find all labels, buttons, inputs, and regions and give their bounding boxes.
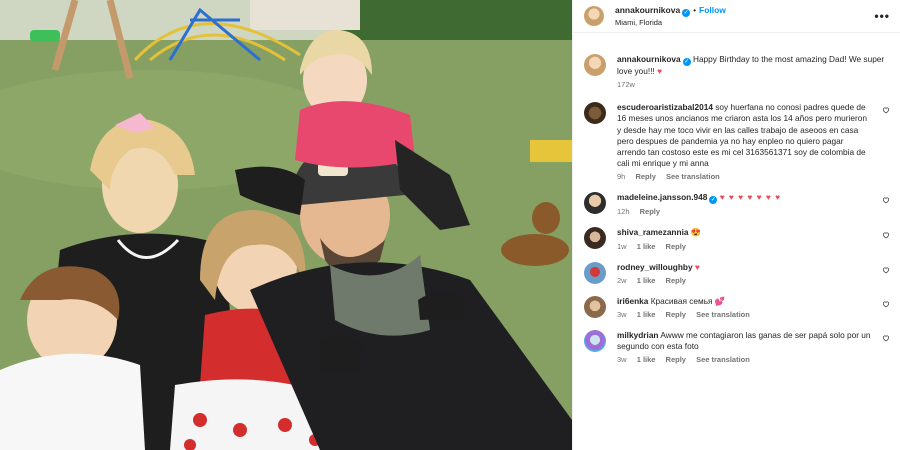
comment-username[interactable]: shiva_ramezannia [617, 227, 688, 237]
heart-outline-icon[interactable] [882, 106, 890, 114]
verified-badge-icon: ✓ [682, 58, 691, 66]
comment-username[interactable]: escuderoaristizabal2014 [617, 102, 713, 112]
author-username[interactable]: annakournikova [615, 5, 680, 15]
heart-outline-icon[interactable] [882, 231, 890, 239]
post-photo[interactable] [0, 0, 572, 450]
comment-age: 3w [617, 310, 627, 320]
reply-button[interactable]: Reply [666, 276, 686, 285]
comment-avatar[interactable] [584, 192, 606, 215]
comment-age: 3w [617, 355, 627, 365]
comment-age: 2w [617, 275, 627, 285]
comment-text: ♥ [694, 261, 700, 272]
reply-button[interactable]: Reply [666, 242, 686, 251]
comment-avatar[interactable] [584, 330, 606, 353]
comment-avatar[interactable] [584, 261, 606, 284]
heart-outline-icon[interactable] [882, 266, 890, 274]
comment-meta: 3w 1 like Reply See translation [617, 310, 872, 319]
follow-button[interactable]: Follow [699, 5, 726, 15]
comment-meta: 1w 1 like Reply [617, 242, 872, 251]
caption-meta: 172w [617, 80, 890, 89]
comment-text: 😍 [690, 227, 702, 238]
post-caption: annakournikova ✓ Happy Birthday to the mo… [584, 54, 890, 89]
comment-avatar[interactable] [584, 227, 606, 250]
heart-outline-icon[interactable] [882, 334, 890, 342]
comment-username[interactable]: rodney_willoughby [617, 262, 693, 272]
comment-age: 12h [617, 207, 630, 217]
comment-item: shiva_ramezannia 😍 1w 1 like Reply [584, 227, 890, 251]
comment-text: ♥ ♥ ♥ ♥ ♥ ♥ ♥ [719, 192, 782, 203]
comment-age: 1w [617, 241, 627, 251]
see-translation-button[interactable]: See translation [696, 310, 750, 319]
separator-dot: • [693, 5, 696, 15]
comment-meta: 9h Reply See translation [617, 172, 872, 181]
comment-text: Красивая семья 💕 [650, 295, 726, 306]
comment-username[interactable]: madeleine.jansson.948 [617, 192, 707, 202]
comment-item: milkydrian Awww me contagiaron las ganas… [584, 330, 890, 364]
comments-thread: annakournikova ✓ Happy Birthday to the mo… [573, 54, 900, 364]
comment-item: rodney_willoughby ♥ 2w 1 like Reply [584, 261, 890, 285]
caption-emoji: ♥ [657, 66, 663, 76]
comment-username[interactable]: milkydrian [617, 330, 659, 340]
reply-button[interactable]: Reply [640, 207, 660, 216]
reply-button[interactable]: Reply [635, 172, 655, 181]
verified-badge-icon: ✓ [682, 8, 691, 17]
reply-button[interactable]: Reply [666, 355, 686, 364]
post-header: annakournikova ✓ • Follow Miami, Florida ••… [573, 0, 900, 33]
likes-count[interactable]: 1 like [637, 242, 656, 251]
comment-item: madeleine.jansson.948 ✓ ♥ ♥ ♥ ♥ ♥ ♥ ♥ 12h… [584, 192, 890, 216]
comment-meta: 12h Reply [617, 207, 872, 216]
author-info: annakournikova ✓ • Follow Miami, Florida [615, 5, 726, 28]
see-translation-button[interactable]: See translation [666, 172, 720, 181]
caption-age: 172w [617, 80, 635, 90]
reply-button[interactable]: Reply [666, 310, 686, 319]
comment-item: escuderoaristizabal2014 soy huerfana no … [584, 102, 890, 181]
family-photo-illustration [0, 0, 572, 450]
comment-avatar[interactable] [584, 102, 606, 125]
verified-badge-icon: ✓ [709, 196, 718, 205]
caption-avatar[interactable] [584, 54, 606, 76]
post-side-panel: annakournikova ✓ • Follow Miami, Florida ••… [572, 0, 900, 450]
author-avatar[interactable] [584, 6, 604, 26]
more-options-icon[interactable]: ••• [874, 9, 890, 23]
comment-age: 9h [617, 172, 626, 182]
caption-username[interactable]: annakournikova [617, 54, 681, 64]
comment-meta: 3w 1 like Reply See translation [617, 355, 872, 364]
heart-outline-icon[interactable] [882, 196, 890, 204]
likes-count[interactable]: 1 like [637, 276, 656, 285]
comment-meta: 2w 1 like Reply [617, 276, 872, 285]
comment-avatar[interactable] [584, 295, 606, 318]
comment-item: iri6enka Красивая семья 💕 3w 1 like Repl… [584, 295, 890, 319]
heart-outline-icon[interactable] [882, 300, 890, 308]
post-location[interactable]: Miami, Florida [615, 17, 726, 28]
likes-count[interactable]: 1 like [637, 310, 656, 319]
comment-username[interactable]: iri6enka [617, 296, 648, 306]
see-translation-button[interactable]: See translation [696, 355, 750, 364]
likes-count[interactable]: 1 like [637, 355, 656, 364]
